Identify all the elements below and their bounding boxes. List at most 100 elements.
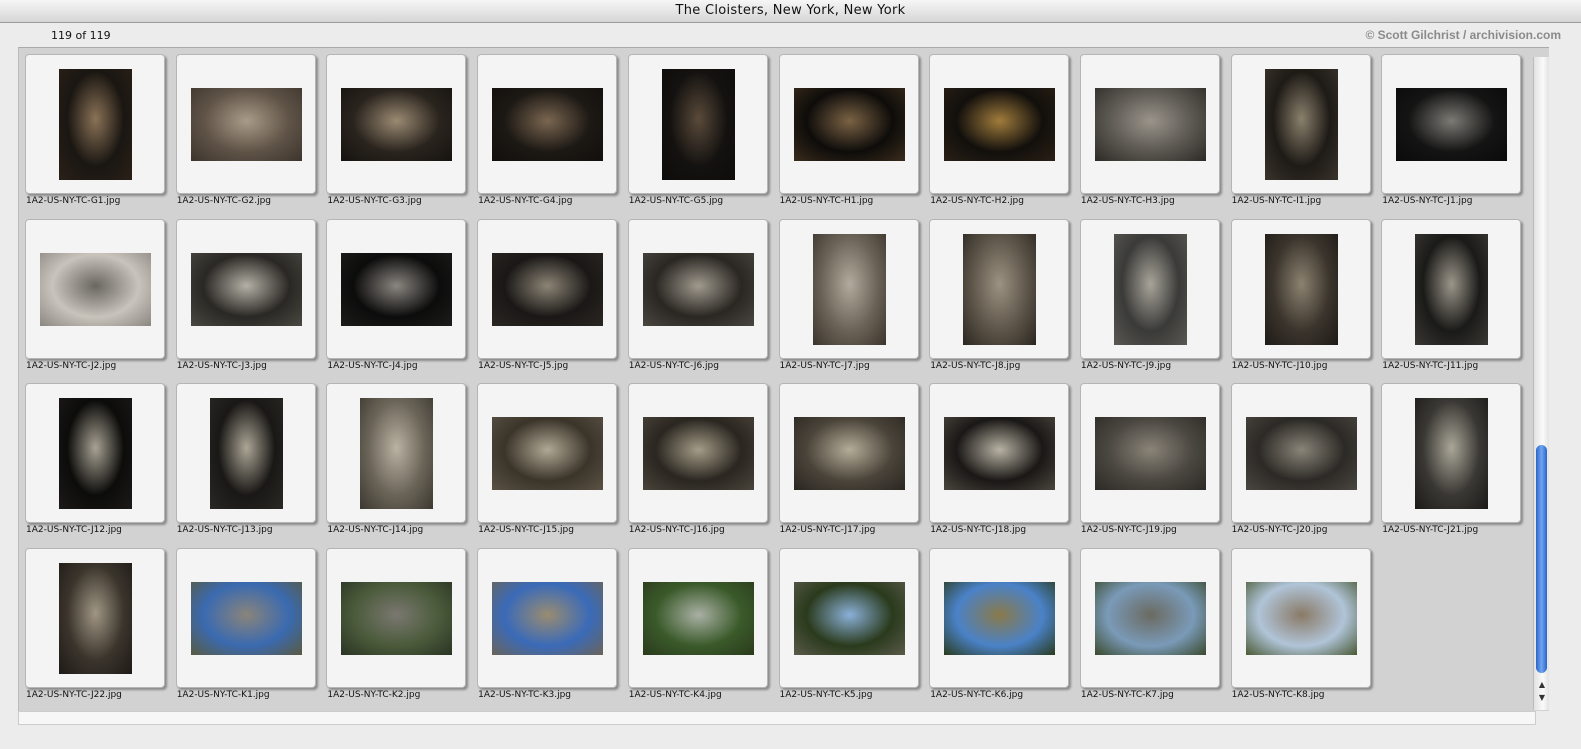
thumbnail-item[interactable]: 1A2-US-NY-TC-J15.jpg [477, 383, 627, 543]
slide-frame[interactable] [25, 547, 165, 688]
slide-frame[interactable] [477, 218, 618, 359]
thumbnail-item[interactable]: 1A2-US-NY-TC-G3.jpg [326, 54, 476, 214]
thumbnail-item[interactable]: 1A2-US-NY-TC-K3.jpg [477, 547, 627, 708]
thumbnail-item[interactable]: 1A2-US-NY-TC-H1.jpg [778, 54, 929, 214]
slide-frame[interactable] [477, 547, 618, 688]
thumbnail-item[interactable]: 1A2-US-NY-TC-G2.jpg [175, 54, 326, 214]
thumbnail-item[interactable]: 1A2-US-NY-TC-K7.jpg [1079, 547, 1230, 708]
thumbnail-image[interactable] [1415, 233, 1489, 345]
slide-frame[interactable] [326, 218, 467, 359]
slide-frame[interactable] [175, 547, 316, 688]
thumbnail-item[interactable]: 1A2-US-NY-TC-G5.jpg [627, 54, 778, 214]
slide-frame[interactable] [1230, 218, 1371, 359]
thumbnail-image[interactable] [492, 88, 604, 161]
thumbnail-image[interactable] [642, 252, 754, 326]
thumbnail-image[interactable] [1094, 581, 1206, 655]
slide-frame[interactable] [1381, 54, 1522, 194]
thumbnail-item[interactable]: 1A2-US-NY-TC-J20.jpg [1230, 383, 1381, 543]
thumbnail-image[interactable] [59, 69, 132, 180]
slide-frame[interactable] [929, 218, 1070, 359]
thumbnail-item[interactable]: 1A2-US-NY-TC-I1.jpg [1230, 54, 1381, 214]
slide-frame[interactable] [25, 54, 165, 194]
thumbnail-item[interactable]: 1A2-US-NY-TC-J8.jpg [929, 218, 1079, 379]
thumbnail-image[interactable] [492, 417, 604, 490]
thumbnail-image[interactable] [492, 581, 604, 655]
slide-frame[interactable] [326, 54, 467, 194]
vertical-scrollbar[interactable]: ▲ ▼ [1533, 57, 1549, 710]
thumbnail-image[interactable] [1245, 581, 1357, 655]
slide-frame[interactable] [627, 54, 768, 194]
thumbnail-item[interactable]: 1A2-US-NY-TC-J11.jpg [1381, 218, 1531, 379]
slide-frame[interactable] [627, 383, 768, 523]
slide-frame[interactable] [1381, 383, 1522, 523]
thumbnail-item[interactable]: 1A2-US-NY-TC-H2.jpg [929, 54, 1079, 214]
thumbnail-image[interactable] [40, 252, 151, 326]
thumbnail-item[interactable]: 1A2-US-NY-TC-J10.jpg [1230, 218, 1381, 379]
thumbnail-image[interactable] [1094, 88, 1206, 161]
thumbnail-item[interactable]: 1A2-US-NY-TC-J19.jpg [1079, 383, 1230, 543]
slide-frame[interactable] [778, 547, 919, 688]
thumbnail-image[interactable] [793, 417, 905, 490]
thumbnail-image[interactable] [59, 562, 132, 674]
slide-frame[interactable] [25, 383, 165, 523]
thumbnail-image[interactable] [341, 252, 453, 326]
slide-frame[interactable] [929, 547, 1070, 688]
thumbnail-item[interactable]: 1A2-US-NY-TC-G4.jpg [477, 54, 627, 214]
slide-frame[interactable] [326, 383, 467, 523]
slide-frame[interactable] [1230, 54, 1371, 194]
thumbnail-image[interactable] [1264, 69, 1338, 180]
thumbnail-item[interactable]: 1A2-US-NY-TC-K1.jpg [175, 547, 326, 708]
thumbnail-image[interactable] [492, 252, 604, 326]
thumbnail-item[interactable]: 1A2-US-NY-TC-J4.jpg [326, 218, 476, 379]
thumbnail-item[interactable]: 1A2-US-NY-TC-J13.jpg [175, 383, 326, 543]
thumbnail-image[interactable] [944, 417, 1056, 490]
slide-frame[interactable] [175, 54, 316, 194]
thumbnail-item[interactable]: 1A2-US-NY-TC-J18.jpg [929, 383, 1079, 543]
slide-frame[interactable] [1079, 383, 1220, 523]
horizontal-scrollbar[interactable] [18, 711, 1536, 725]
thumbnail-image[interactable] [1415, 398, 1489, 509]
thumbnail-image[interactable] [341, 581, 453, 655]
thumbnail-image[interactable] [190, 581, 302, 655]
thumbnail-image[interactable] [642, 417, 754, 490]
thumbnail-item[interactable]: 1A2-US-NY-TC-J1.jpg [1381, 54, 1531, 214]
thumbnail-image[interactable] [1113, 233, 1187, 345]
thumbnail-image[interactable] [59, 398, 132, 509]
thumbnail-item[interactable]: 1A2-US-NY-TC-J6.jpg [627, 218, 778, 379]
thumbnail-image[interactable] [209, 398, 283, 509]
thumbnail-image[interactable] [793, 88, 905, 161]
thumbnail-image[interactable] [944, 581, 1056, 655]
slide-frame[interactable] [1079, 547, 1220, 688]
slide-frame[interactable] [175, 383, 316, 523]
scroll-up-arrow-icon[interactable]: ▲ [1537, 680, 1547, 690]
thumbnail-image[interactable] [963, 233, 1037, 345]
thumbnail-item[interactable]: 1A2-US-NY-TC-J17.jpg [778, 383, 929, 543]
thumbnail-item[interactable]: 1A2-US-NY-TC-J5.jpg [477, 218, 627, 379]
slide-frame[interactable] [477, 54, 618, 194]
slide-frame[interactable] [778, 383, 919, 523]
slide-frame[interactable] [1079, 218, 1220, 359]
slide-frame[interactable] [175, 218, 316, 359]
thumbnail-item[interactable]: 1A2-US-NY-TC-J14.jpg [326, 383, 476, 543]
thumbnail-image[interactable] [1245, 417, 1357, 490]
thumbnail-item[interactable]: 1A2-US-NY-TC-J12.jpg [25, 383, 175, 543]
thumbnail-item[interactable]: 1A2-US-NY-TC-J16.jpg [627, 383, 778, 543]
thumbnail-item[interactable]: 1A2-US-NY-TC-J7.jpg [778, 218, 929, 379]
thumbnail-item[interactable]: 1A2-US-NY-TC-K6.jpg [929, 547, 1079, 708]
thumbnail-item[interactable]: 1A2-US-NY-TC-J22.jpg [25, 547, 175, 708]
slide-frame[interactable] [25, 218, 165, 359]
slide-frame[interactable] [778, 54, 919, 194]
thumbnail-item[interactable]: 1A2-US-NY-TC-G1.jpg [25, 54, 175, 214]
slide-frame[interactable] [627, 218, 768, 359]
thumbnail-image[interactable] [190, 252, 302, 326]
thumbnail-item[interactable]: 1A2-US-NY-TC-K2.jpg [326, 547, 476, 708]
slide-frame[interactable] [1230, 383, 1371, 523]
slide-frame[interactable] [326, 547, 467, 688]
thumbnail-image[interactable] [1094, 417, 1206, 490]
thumbnail-image[interactable] [812, 233, 886, 345]
slide-frame[interactable] [1381, 218, 1522, 359]
thumbnail-image[interactable] [642, 581, 754, 655]
thumbnail-image[interactable] [1396, 88, 1508, 161]
slide-frame[interactable] [929, 54, 1070, 194]
thumbnail-item[interactable]: 1A2-US-NY-TC-K8.jpg [1230, 547, 1381, 708]
